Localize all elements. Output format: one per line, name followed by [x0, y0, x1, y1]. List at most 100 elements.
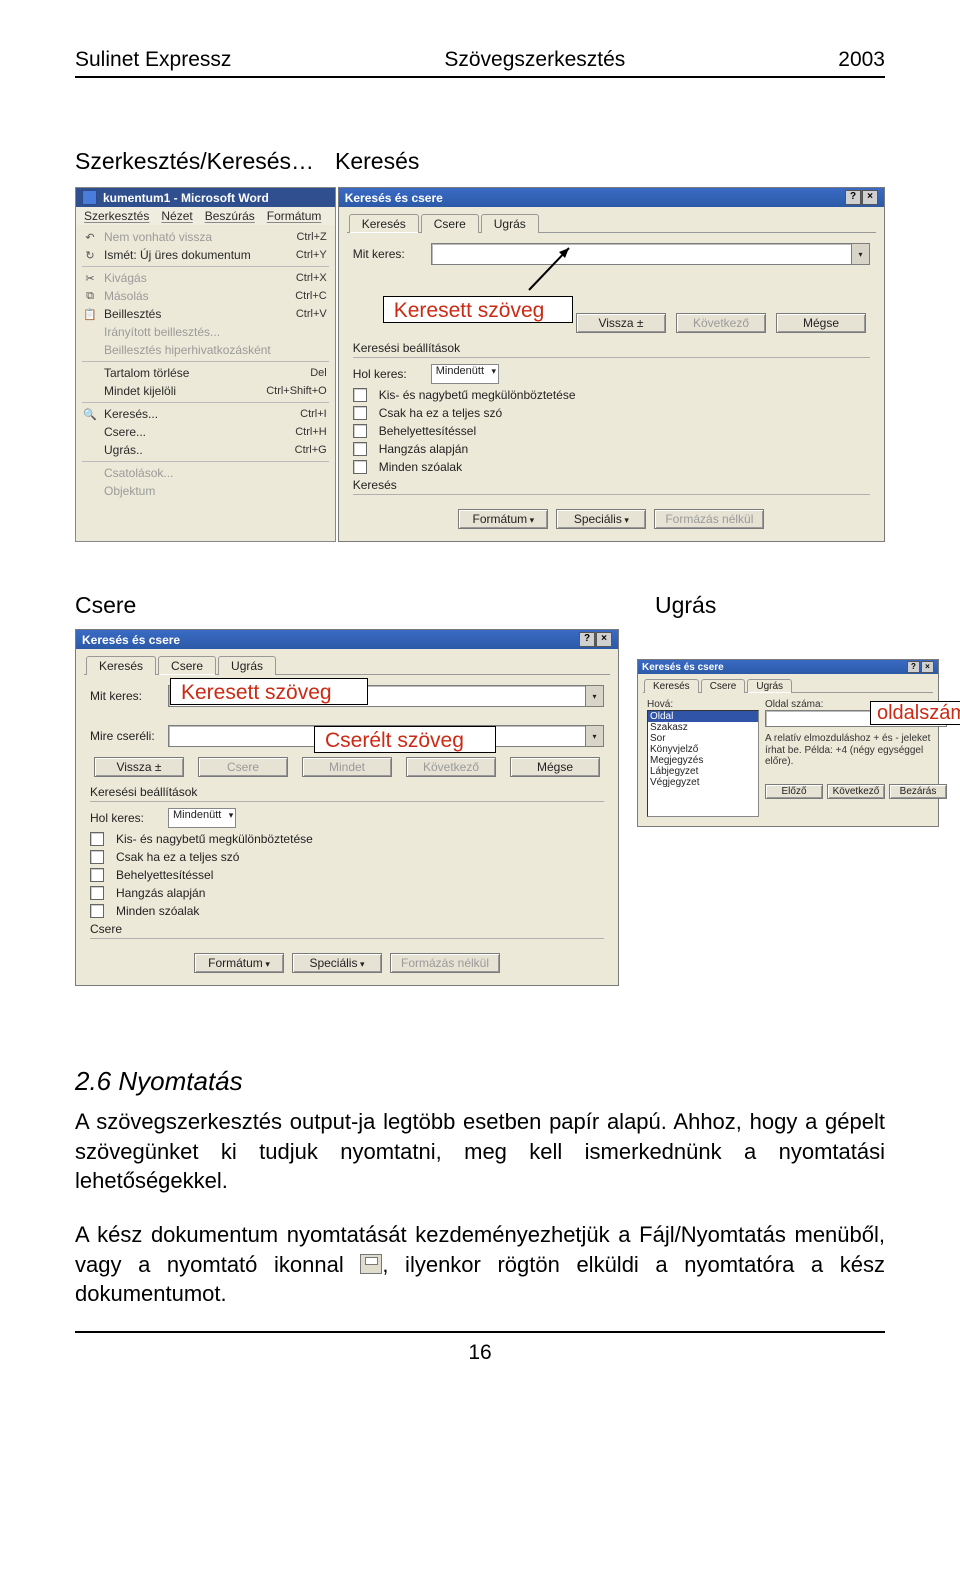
close-icon[interactable]: ×	[596, 632, 612, 647]
replace-tabs: Keresés Csere Ugrás	[76, 649, 618, 674]
chevron-down-icon[interactable]: ▾	[585, 726, 603, 746]
menu-item[interactable]: Tartalom törléseDel	[76, 364, 335, 382]
tab-kereses[interactable]: Keresés	[349, 214, 419, 233]
menu-item-icon	[82, 325, 98, 339]
chk-hangzas[interactable]	[90, 886, 104, 900]
btn-megse[interactable]: Mégse	[510, 757, 600, 777]
menu-item-icon	[82, 443, 98, 457]
replace-dialog-title: Keresés és csere	[82, 633, 180, 647]
menu-item-icon: 🔍	[82, 407, 98, 421]
list-item[interactable]: Szakasz	[648, 722, 758, 733]
menu-szerkesztes[interactable]: Szerkesztés	[84, 209, 149, 223]
tab-csere[interactable]: Csere	[701, 679, 746, 693]
menu-item-label: Irányított beillesztés...	[104, 325, 327, 339]
btn-specialis[interactable]: Speciális	[292, 953, 382, 973]
btn-csere[interactable]: Csere	[198, 757, 288, 777]
menu-nezet[interactable]: Nézet	[161, 209, 192, 223]
dd-hol-keres[interactable]: Mindenütt	[168, 808, 236, 828]
chk-hangzas[interactable]	[353, 442, 367, 456]
btn-formazas-nelkul[interactable]: Formázás nélkül	[390, 953, 500, 973]
btn-vissza[interactable]: Vissza ±	[94, 757, 184, 777]
menu-beszuras[interactable]: Beszúrás	[205, 209, 255, 223]
menu-item[interactable]: Ugrás..Ctrl+G	[76, 441, 335, 459]
menu-item-icon	[82, 425, 98, 439]
menu-item[interactable]: Csatolások...	[76, 464, 335, 482]
btn-kovetkezo[interactable]: Következő	[406, 757, 496, 777]
menu-item-label: Másolás	[104, 289, 295, 303]
menu-formatum[interactable]: Formátum	[267, 209, 322, 223]
caption-ugras: Ugrás	[655, 592, 716, 619]
word-menubar: Szerkesztés Nézet Beszúrás Formátum	[76, 207, 335, 225]
menu-item[interactable]: Mindet kijelöliCtrl+Shift+O	[76, 382, 335, 400]
tab-csere[interactable]: Csere	[158, 656, 216, 675]
list-item[interactable]: Megjegyzés	[648, 755, 758, 766]
help-icon[interactable]: ?	[845, 190, 861, 205]
chevron-down-icon[interactable]: ▾	[851, 244, 869, 264]
chk-behely[interactable]	[90, 868, 104, 882]
menu-separator	[82, 361, 329, 362]
list-item[interactable]: Oldal	[648, 711, 758, 722]
find-dialog: Keresés és csere ? × Keresés Csere Ugrás…	[338, 187, 885, 542]
menu-item[interactable]: Csere...Ctrl+H	[76, 423, 335, 441]
list-item[interactable]: Sor	[648, 733, 758, 744]
btn-specialis[interactable]: Speciális	[556, 509, 646, 529]
word-title-text: kumentum1 - Microsoft Word	[103, 191, 269, 205]
tab-csere[interactable]: Csere	[421, 214, 479, 233]
menu-item-label: Beillesztés hiperhivatkozásként	[104, 343, 327, 357]
footer-rule	[75, 1331, 885, 1333]
chk-kisnagy[interactable]	[353, 388, 367, 402]
menu-item-label: Kivágás	[104, 271, 296, 285]
tab-ugras[interactable]: Ugrás	[481, 214, 539, 233]
menu-separator	[82, 461, 329, 462]
menu-item[interactable]: 🔍Keresés...Ctrl+I	[76, 405, 335, 423]
dd-hol-keres[interactable]: Mindenütt	[431, 364, 499, 384]
menu-item[interactable]: ↻Ismét: Új üres dokumentumCtrl+Y	[76, 246, 335, 264]
btn-formazas-nelkul[interactable]: Formázás nélkül	[654, 509, 764, 529]
menu-item[interactable]: Objektum	[76, 482, 335, 500]
tab-kereses[interactable]: Keresés	[86, 656, 156, 675]
replace-dialog-titlebar: Keresés és csere ? ×	[76, 630, 618, 649]
header-right: 2003	[838, 48, 885, 72]
list-item[interactable]: Lábjegyzet	[648, 766, 758, 777]
close-icon[interactable]: ×	[862, 190, 878, 205]
btn-vissza[interactable]: Vissza ±	[576, 313, 666, 333]
menu-item-icon: ⧉	[82, 289, 98, 303]
goto-listbox[interactable]: OldalSzakaszSorKönyvjelzőMegjegyzésLábje…	[647, 710, 759, 817]
menu-item[interactable]: ✂KivágásCtrl+X	[76, 269, 335, 287]
printer-icon	[360, 1254, 382, 1274]
btn-elozo[interactable]: Előző	[765, 784, 823, 799]
chk-teljesszo[interactable]	[353, 406, 367, 420]
menu-item-icon	[82, 366, 98, 380]
menu-item[interactable]: Beillesztés hiperhivatkozásként	[76, 341, 335, 359]
tab-ugras[interactable]: Ugrás	[747, 679, 792, 693]
chk-teljesszo[interactable]	[90, 850, 104, 864]
chk-szoalak[interactable]	[353, 460, 367, 474]
running-header: Sulinet Expressz Szövegszerkesztés 2003	[75, 48, 885, 72]
btn-mindet[interactable]: Mindet	[302, 757, 392, 777]
btn-formatum[interactable]: Formátum	[194, 953, 284, 973]
overlay-keresett-szoveg: Keresett szöveg	[170, 678, 368, 705]
tab-ugras[interactable]: Ugrás	[218, 656, 276, 675]
chevron-down-icon[interactable]: ▾	[585, 686, 603, 706]
btn-kovetkezo[interactable]: Következő	[676, 313, 766, 333]
chk-behely[interactable]	[353, 424, 367, 438]
grp-keresesi: Keresési beállítások	[353, 341, 870, 355]
help-icon[interactable]: ?	[907, 661, 920, 673]
close-icon[interactable]: ×	[921, 661, 934, 673]
menu-item[interactable]: ↶Nem vonható visszaCtrl+Z	[76, 228, 335, 246]
btn-bezaras[interactable]: Bezárás	[889, 784, 947, 799]
chk-kisnagy[interactable]	[90, 832, 104, 846]
chk-szoalak[interactable]	[90, 904, 104, 918]
help-icon[interactable]: ?	[579, 632, 595, 647]
btn-megse[interactable]: Mégse	[776, 313, 866, 333]
btn-formatum[interactable]: Formátum	[458, 509, 548, 529]
tab-kereses[interactable]: Keresés	[644, 679, 699, 693]
list-item[interactable]: Végjegyzet	[648, 777, 758, 788]
lbl-mire-csereli: Mire cseréli:	[90, 729, 168, 743]
menu-item[interactable]: 📋BeillesztésCtrl+V	[76, 305, 335, 323]
menu-item[interactable]: ⧉MásolásCtrl+C	[76, 287, 335, 305]
menu-item[interactable]: Irányított beillesztés...	[76, 323, 335, 341]
find-input[interactable]: ▾	[431, 243, 870, 265]
list-item[interactable]: Könyvjelző	[648, 744, 758, 755]
btn-kovetkezo[interactable]: Következő	[827, 784, 885, 799]
